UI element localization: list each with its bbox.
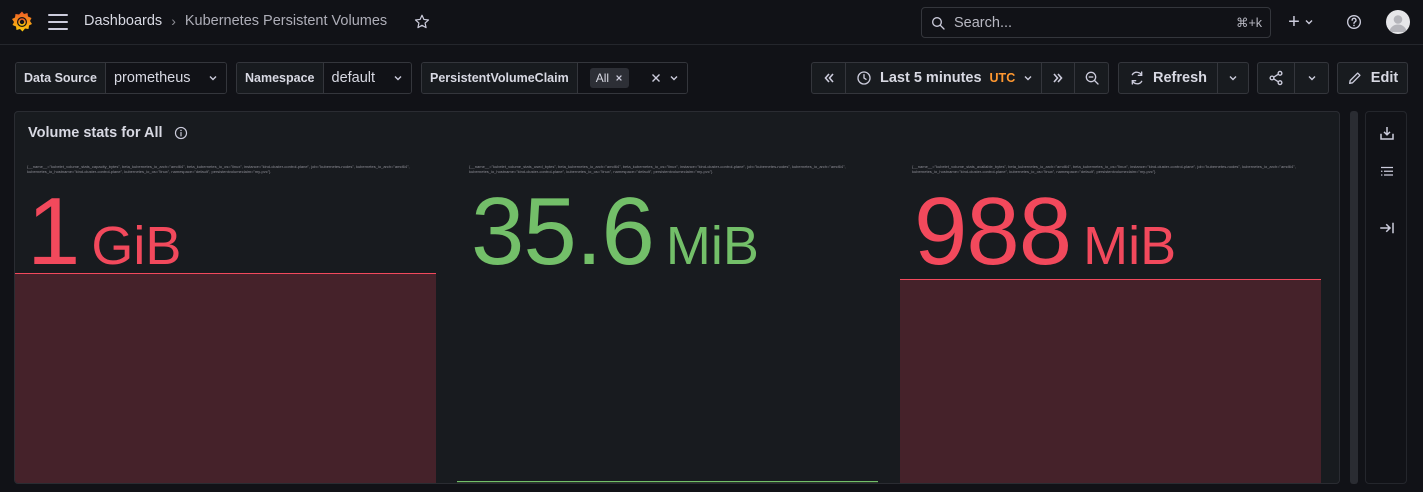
panel-title: Volume stats for All [28, 125, 163, 141]
variable-label: Data Source [16, 63, 106, 93]
stat-value: 988 MiB [914, 177, 1176, 287]
stat-series-legend: {__name__="kubelet_volume_stats_capacity… [27, 164, 410, 174]
share-icon [1269, 70, 1283, 86]
variable-label: Namespace [237, 63, 324, 93]
chevron-down-icon [1305, 20, 1313, 25]
volume-stats-panel[interactable]: Volume stats for All {__name__="kubelet_… [14, 111, 1340, 484]
search-input[interactable] [954, 14, 1224, 31]
time-shift-forward-button[interactable] [1041, 62, 1075, 94]
chevron-down-icon [670, 76, 678, 81]
stat-number: 1 [27, 178, 80, 285]
variable-label: PersistentVolumeClaim [422, 63, 578, 93]
selected-value-pill: All [589, 68, 630, 88]
top-navbar: Dashboards › Kubernetes Persistent Volum… [0, 0, 1423, 45]
time-range-label: Last 5 minutes [880, 70, 982, 86]
arrow-to-right-icon[interactable] [1378, 219, 1396, 237]
stat-capacity: {__name__="kubelet_volume_stats_capacity… [15, 152, 436, 483]
stat-used: {__name__="kubelet_volume_stats_used_byt… [457, 152, 878, 483]
dashboard-controls: Data Source prometheus Namespace default… [0, 62, 1423, 94]
stat-series-legend: {__name__="kubelet_volume_stats_availabl… [912, 164, 1296, 174]
stat-number: 988 [914, 178, 1072, 285]
chevron-down-icon [209, 76, 217, 81]
chevron-down-icon [1308, 76, 1315, 81]
chevron-down-icon [1024, 76, 1032, 81]
stat-unit: MiB [1083, 216, 1177, 276]
chevron-down-icon [394, 76, 402, 81]
time-range-picker[interactable]: Last 5 minutes UTC [845, 62, 1042, 94]
stat-available: {__name__="kubelet_volume_stats_availabl… [900, 152, 1321, 483]
star-icon[interactable] [413, 13, 431, 31]
refresh-button[interactable]: Refresh [1118, 62, 1218, 94]
refresh-interval-dropdown[interactable] [1217, 62, 1249, 94]
remove-pill-icon[interactable] [615, 74, 623, 82]
help-button[interactable] [1344, 12, 1364, 32]
variable-value: prometheus [113, 70, 191, 86]
stat-fill-area [457, 481, 878, 483]
angle-double-left-icon [823, 73, 834, 83]
user-avatar-icon[interactable] [1386, 10, 1410, 34]
share-options-dropdown[interactable] [1294, 62, 1329, 94]
add-new-button[interactable]: + [1284, 12, 1318, 32]
variable-value-select[interactable]: default [323, 63, 411, 93]
stat-series-legend: {__name__="kubelet_volume_stats_used_byt… [469, 164, 846, 174]
dashboard-sidebar [1365, 111, 1407, 484]
plus-icon: + [1288, 11, 1300, 33]
share-button[interactable] [1257, 62, 1295, 94]
timezone-label: UTC [989, 71, 1016, 85]
breadcrumb-current-dashboard: Kubernetes Persistent Volumes [184, 13, 388, 29]
clock-icon [857, 71, 871, 85]
variable-value: default [331, 70, 376, 86]
stat-value: 35.6 MiB [471, 177, 759, 287]
stat-value: 1 GiB [27, 177, 181, 287]
info-circle-icon[interactable] [174, 126, 188, 140]
sync-icon [1131, 71, 1143, 85]
variable-data-source[interactable]: Data Source prometheus [15, 62, 227, 94]
variable-persistentvolumeclaim[interactable]: PersistentVolumeClaim All [421, 62, 688, 94]
panel-scrollbar[interactable] [1350, 111, 1358, 484]
breadcrumb-dashboards-link[interactable]: Dashboards [84, 13, 162, 29]
download-icon[interactable] [1378, 124, 1396, 142]
zoom-out-icon [1085, 71, 1099, 85]
breadcrumb-separator: › [171, 13, 176, 29]
stat-number: 35.6 [471, 178, 655, 285]
variable-namespace[interactable]: Namespace default [236, 62, 412, 94]
stat-fill-area [15, 273, 436, 483]
stat-fill-area [900, 279, 1321, 483]
variable-value-select[interactable]: All [577, 63, 687, 93]
edit-label: Edit [1370, 70, 1399, 86]
chevron-down-icon [1229, 76, 1237, 81]
edit-button[interactable]: Edit [1337, 62, 1408, 94]
menu-toggle-button[interactable] [48, 14, 68, 30]
search-shortcut: ⌘+k [1235, 16, 1262, 30]
pill-label: All [595, 71, 610, 85]
search-icon [932, 16, 945, 30]
hamburger-icon-line [48, 14, 68, 16]
search-box[interactable]: ⌘+k [921, 7, 1271, 38]
stat-unit: GiB [91, 216, 182, 276]
zoom-out-button[interactable] [1074, 62, 1109, 94]
help-circle-icon [1347, 15, 1361, 29]
grafana-logo-icon[interactable] [10, 10, 34, 34]
list-icon[interactable] [1378, 163, 1396, 181]
time-shift-back-button[interactable] [811, 62, 846, 94]
hamburger-icon-line [48, 28, 68, 30]
hamburger-icon-line [48, 21, 68, 23]
refresh-label: Refresh [1153, 70, 1207, 86]
angle-double-right-icon [1053, 73, 1063, 83]
breadcrumb: Dashboards › Kubernetes Persistent Volum… [84, 13, 387, 29]
variable-value-select[interactable]: prometheus [105, 63, 226, 93]
clear-all-icon[interactable] [651, 73, 661, 83]
pencil-icon [1348, 72, 1361, 84]
stat-unit: MiB [665, 216, 759, 276]
